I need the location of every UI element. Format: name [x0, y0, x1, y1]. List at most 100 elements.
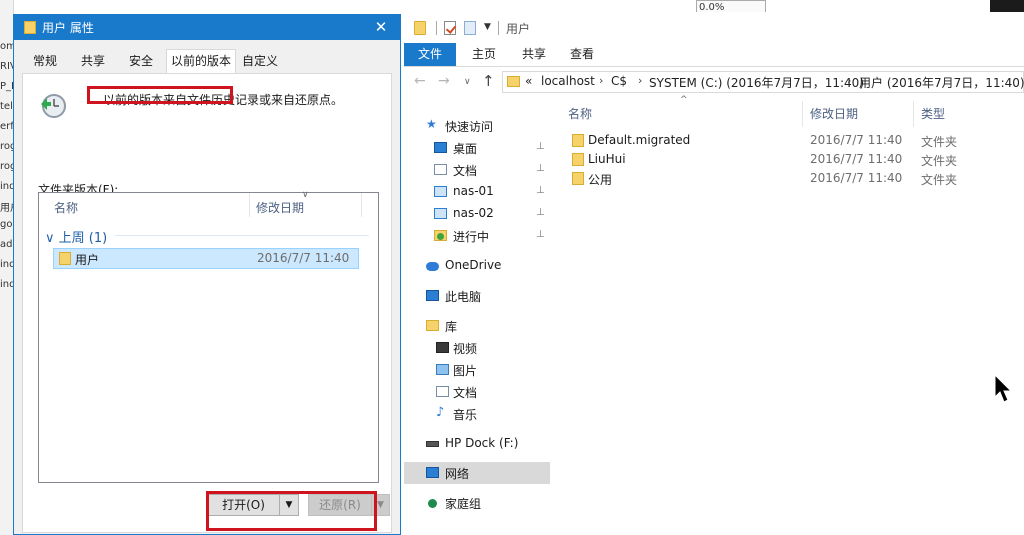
- nav-item-library-documents[interactable]: 文档: [404, 381, 550, 403]
- list-item[interactable]: 用户 2016/7/7 11:40: [53, 248, 359, 269]
- column-divider[interactable]: [249, 193, 250, 217]
- bg-fragment: tel: [0, 101, 13, 112]
- bg-fragment: rog: [0, 161, 13, 172]
- address-separator-icon[interactable]: ›: [638, 74, 642, 87]
- pin-icon[interactable]: ⊥: [536, 185, 545, 196]
- folder-icon: [572, 172, 584, 185]
- nav-network[interactable]: 网络: [404, 462, 550, 484]
- folder-icon: [24, 21, 36, 34]
- tab-previous-versions[interactable]: 以前的版本: [166, 49, 236, 73]
- nav-label: 桌面: [453, 142, 478, 156]
- table-row[interactable]: LiuHui 2016/7/7 11:40 文件夹: [560, 150, 1024, 169]
- bg-fragment: RIV: [0, 61, 13, 72]
- file-name: LiuHui: [588, 152, 626, 166]
- tab-general[interactable]: 常规: [28, 52, 62, 72]
- address-segment-system-drive[interactable]: SYSTEM (C:) (2016年7月7日，11:40): [649, 74, 864, 91]
- bg-fragment: om: [0, 41, 13, 52]
- nav-item-desktop[interactable]: 桌面 ⊥: [404, 137, 550, 159]
- nav-quick-access[interactable]: ★ 快速访问: [404, 115, 550, 137]
- nav-item-videos[interactable]: 视频: [404, 337, 550, 359]
- up-arrow-icon[interactable]: ↑: [482, 72, 495, 90]
- pin-icon[interactable]: ⊥: [536, 229, 545, 240]
- folder-versions-list[interactable]: 名称 修改日期 ∨ ∨ 上周 (1) 用户 2016/7/7 11:40: [38, 190, 379, 483]
- network-icon: [426, 467, 439, 478]
- file-explorer-window: 0.0% ▼ 用户 文件 主页 共享 查看 ← → ∨ ↑ « localhos…: [404, 0, 1024, 535]
- nav-item-nas-02[interactable]: nas-02 ⊥: [404, 203, 550, 225]
- tab-sharing[interactable]: 共享: [76, 52, 110, 72]
- group-header-last-week[interactable]: ∨ 上周 (1): [45, 227, 107, 246]
- file-type: 文件夹: [921, 135, 958, 149]
- nav-label: 音乐: [453, 408, 478, 422]
- nav-homegroup[interactable]: 家庭组: [404, 492, 550, 514]
- column-divider[interactable]: [913, 101, 914, 127]
- table-row[interactable]: 公用 2016/7/7 11:40 文件夹: [560, 169, 1024, 188]
- address-segment-localhost[interactable]: localhost: [541, 74, 595, 88]
- file-type: 文件夹: [921, 173, 958, 187]
- dialog-titlebar[interactable]: 用户 属性 ✕: [14, 15, 400, 40]
- column-header-name[interactable]: 名称: [54, 199, 78, 216]
- network-computer-icon: [434, 186, 447, 197]
- properties-check-icon[interactable]: [444, 21, 456, 35]
- pin-icon[interactable]: ⊥: [536, 163, 545, 174]
- highlight-box: [206, 491, 377, 531]
- cloud-icon: [426, 262, 439, 271]
- nav-label: nas-01: [453, 184, 494, 198]
- nav-item-nas-01[interactable]: nas-01 ⊥: [404, 181, 550, 203]
- column-header-date[interactable]: 修改日期: [256, 199, 304, 216]
- nav-label: 快速访问: [445, 120, 494, 134]
- address-overflow-chevrons[interactable]: «: [525, 74, 532, 88]
- nav-libraries[interactable]: 库: [404, 315, 550, 337]
- column-header-date[interactable]: 修改日期: [810, 105, 858, 122]
- column-header-type[interactable]: 类型: [921, 105, 945, 122]
- tab-share[interactable]: 共享: [514, 43, 554, 66]
- nav-label: 库: [445, 320, 458, 334]
- pin-icon[interactable]: ⊥: [536, 207, 545, 218]
- folder-icon: [507, 76, 520, 87]
- forward-arrow-icon[interactable]: →: [438, 73, 450, 89]
- desktop-icon: [434, 142, 447, 153]
- address-segment-c-share[interactable]: C$: [611, 74, 627, 88]
- nav-this-pc[interactable]: 此电脑: [404, 285, 550, 307]
- nav-hp-dock-drive[interactable]: HP Dock (F:): [404, 433, 550, 455]
- column-divider[interactable]: [361, 193, 362, 217]
- chevron-down-icon[interactable]: ∨: [45, 231, 55, 246]
- divider: [498, 21, 499, 35]
- version-name: 用户: [75, 253, 100, 267]
- nav-item-pictures[interactable]: 图片: [404, 359, 550, 381]
- tab-security[interactable]: 安全: [124, 52, 158, 72]
- column-divider[interactable]: [802, 101, 803, 127]
- bg-fragment: ind: [0, 181, 14, 192]
- table-row[interactable]: Default.migrated 2016/7/7 11:40 文件夹: [560, 131, 1024, 150]
- tab-home[interactable]: 主页: [464, 43, 504, 66]
- tab-file[interactable]: 文件: [404, 43, 456, 66]
- address-separator-icon[interactable]: ›: [599, 74, 603, 87]
- nav-label: 图片: [453, 364, 478, 378]
- tab-view[interactable]: 查看: [562, 43, 602, 66]
- nav-label: 文档: [453, 164, 478, 178]
- new-folder-icon[interactable]: [464, 21, 476, 35]
- back-arrow-icon[interactable]: ←: [414, 73, 426, 89]
- file-date: 2016/7/7 11:40: [810, 152, 903, 166]
- nav-item-in-progress[interactable]: 进行中 ⊥: [404, 225, 550, 247]
- recent-locations-chevron-down-icon[interactable]: ∨: [464, 77, 471, 87]
- address-bar[interactable]: « localhost › C$ › SYSTEM (C:) (2016年7月7…: [502, 71, 1024, 93]
- nav-item-documents[interactable]: 文档 ⊥: [404, 159, 550, 181]
- restore-clock-icon: [41, 94, 66, 118]
- pin-icon[interactable]: ⊥: [536, 141, 545, 152]
- address-segment-users[interactable]: 用户 (2016年7月7日，11:40): [859, 74, 1024, 91]
- explorer-window-title: 用户: [506, 22, 531, 36]
- file-type: 文件夹: [921, 154, 958, 168]
- address-separator-icon[interactable]: ›: [847, 74, 851, 87]
- version-date: 2016/7/7 11:40: [257, 251, 350, 265]
- dialog-tab-strip: 常规 共享 安全 以前的版本 自定义: [22, 49, 392, 73]
- tab-customize[interactable]: 自定义: [238, 52, 282, 72]
- bg-fragment: ind: [0, 279, 14, 290]
- nav-onedrive[interactable]: OneDrive: [404, 255, 550, 277]
- folder-icon: [572, 134, 584, 147]
- column-header-name[interactable]: 名称: [568, 105, 592, 122]
- nav-item-music[interactable]: ♪ 音乐: [404, 403, 550, 425]
- nav-label: OneDrive: [445, 258, 502, 272]
- quick-access-toolbar-dropdown-icon[interactable]: ▼: [484, 22, 491, 32]
- computer-icon: [426, 290, 439, 301]
- close-icon[interactable]: ✕: [364, 16, 398, 38]
